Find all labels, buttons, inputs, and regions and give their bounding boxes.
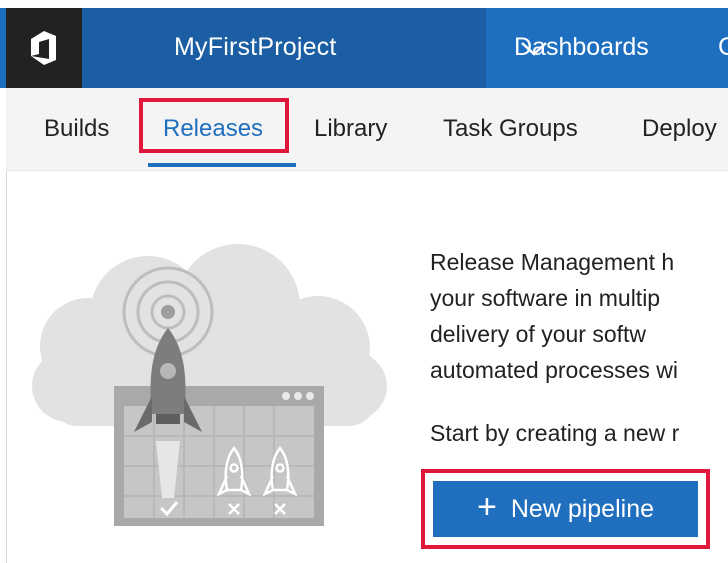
release-rocket-illustration xyxy=(32,244,387,526)
top-bar: MyFirstProject Dashboards C xyxy=(0,8,728,88)
app-window: MyFirstProject Dashboards C Builds Relea… xyxy=(0,0,728,563)
new-pipeline-label: New pipeline xyxy=(510,494,654,523)
subnav-item-library[interactable]: Library xyxy=(314,115,387,143)
description-line: automated processes wi xyxy=(430,357,679,383)
vsts-logo[interactable] xyxy=(6,8,82,88)
subnav-item-builds[interactable]: Builds xyxy=(44,115,109,143)
description-line: your software in multip xyxy=(430,285,661,311)
releases-highlight-box xyxy=(139,98,289,153)
new-pipeline-button[interactable]: + New pipeline xyxy=(433,481,698,537)
start-instruction: Start by creating a new r xyxy=(430,420,680,446)
plus-icon: + xyxy=(477,488,497,526)
description-line: Release Management h xyxy=(430,249,675,275)
empty-state-description: Release Management h your software in mu… xyxy=(430,244,728,388)
sub-navigation: Builds Releases Library Task Groups Depl… xyxy=(6,88,728,171)
active-tab-underline xyxy=(148,163,296,167)
description-line: delivery of your softw xyxy=(430,321,647,347)
project-selector[interactable]: MyFirstProject xyxy=(82,8,547,88)
tab-dashboards[interactable]: Dashboards xyxy=(514,33,649,62)
subnav-item-deploy[interactable]: Deploy xyxy=(642,115,717,143)
subnav-item-task-groups[interactable]: Task Groups xyxy=(443,115,578,143)
tab-next-partial[interactable]: C xyxy=(718,33,728,62)
project-name: MyFirstProject xyxy=(174,33,337,61)
vsts-logo-icon xyxy=(31,31,56,65)
